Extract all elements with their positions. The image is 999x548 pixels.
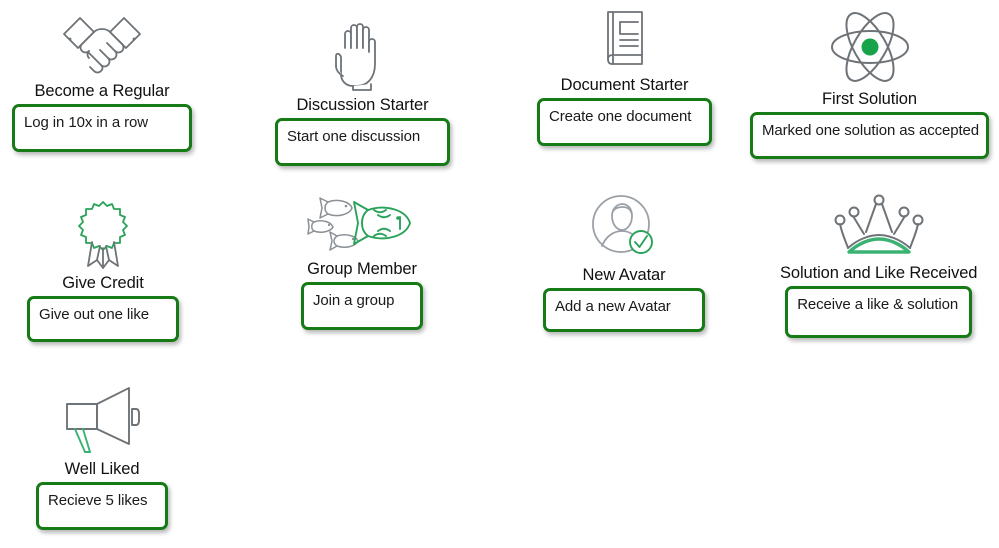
megaphone-icon [57, 382, 147, 458]
crown-icon [830, 190, 928, 262]
badge-title: First Solution [822, 90, 917, 108]
badge-title: Document Starter [560, 76, 689, 94]
atom-icon [824, 6, 916, 88]
badge-title: Solution and Like Received [780, 264, 978, 282]
badge-title: New Avatar [582, 266, 666, 284]
badge-description: Give out one like [39, 306, 150, 323]
badge-card-discussion-starter[interactable]: Discussion Starter Start one discussion [275, 18, 450, 166]
badge-title: Become a Regular [34, 82, 170, 100]
badge-description-box[interactable]: Log in 10x in a row [12, 104, 192, 152]
badge-description-box[interactable]: Start one discussion [275, 118, 450, 166]
badge-card-become-a-regular[interactable]: Become a Regular Log in 10x in a row [12, 8, 192, 152]
badge-description-box[interactable]: Give out one like [27, 296, 179, 342]
raised-hand-icon [323, 18, 403, 94]
badge-description-box[interactable]: Recieve 5 likes [36, 482, 168, 530]
badge-board: Become a Regular Log in 10x in a row Dis… [0, 0, 999, 548]
badge-card-give-credit[interactable]: Give Credit Give out one like [27, 196, 179, 342]
badge-description-box[interactable]: Receive a like & solution [785, 286, 973, 338]
badge-description-box[interactable]: Create one document [537, 98, 712, 146]
badge-description: Join a group [313, 292, 395, 309]
badge-description: Receive a like & solution [797, 296, 959, 313]
award-ribbon-icon [64, 196, 142, 272]
badge-card-group-member[interactable]: Group Member Join a group [301, 196, 423, 330]
document-book-icon [586, 2, 664, 74]
badge-description: Start one discussion [287, 128, 421, 145]
badge-description: Create one document [549, 108, 692, 125]
badge-description: Add a new Avatar [555, 298, 671, 315]
badge-description: Log in 10x in a row [24, 114, 149, 131]
badge-description-box[interactable]: Add a new Avatar [543, 288, 705, 332]
badge-description: Recieve 5 likes [48, 492, 148, 509]
badge-card-well-liked[interactable]: Well Liked Recieve 5 likes [36, 382, 168, 530]
badge-card-document-starter[interactable]: Document Starter Create one document [537, 2, 712, 146]
badge-title: Discussion Starter [296, 96, 429, 114]
badge-description: Marked one solution as accepted [762, 122, 980, 139]
badge-card-first-solution[interactable]: First Solution Marked one solution as ac… [750, 6, 989, 159]
badge-card-solution-and-like-received[interactable]: Solution and Like Received Receive a lik… [780, 190, 977, 338]
avatar-check-icon [584, 190, 664, 264]
handshake-icon [54, 8, 150, 80]
badge-description-box[interactable]: Marked one solution as accepted [750, 112, 989, 159]
badge-card-new-avatar[interactable]: New Avatar Add a new Avatar [543, 190, 705, 332]
badge-title: Well Liked [64, 460, 140, 478]
badge-title: Group Member [307, 260, 417, 278]
badge-title: Give Credit [62, 274, 144, 292]
badge-description-box[interactable]: Join a group [301, 282, 423, 330]
fish-school-icon [304, 196, 420, 258]
